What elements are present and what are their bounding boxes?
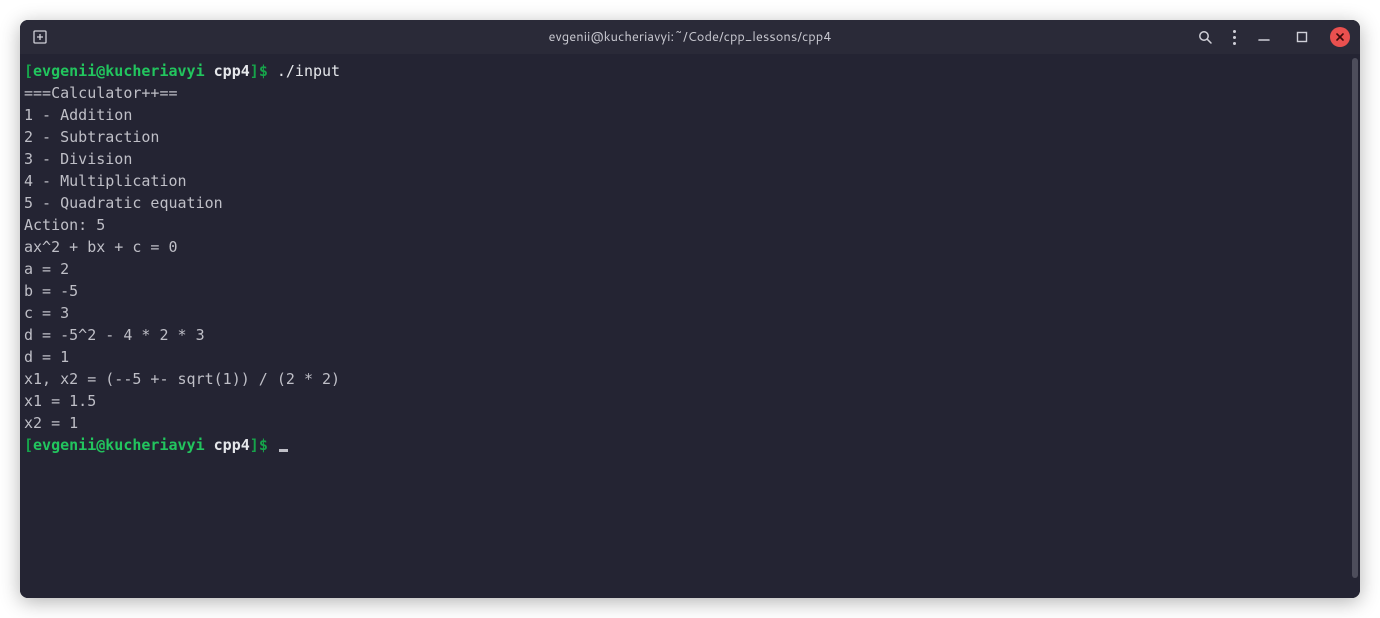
prompt-dir: cpp4 xyxy=(214,436,250,454)
cursor xyxy=(279,449,288,452)
output-line: 4 - Multiplication xyxy=(24,172,187,190)
output-line: d = -5^2 - 4 * 2 * 3 xyxy=(24,326,205,344)
output-line: a = 2 xyxy=(24,260,69,278)
minimize-button[interactable] xyxy=(1254,27,1274,47)
prompt-bracket-close: ] xyxy=(250,62,259,80)
output-line: 2 - Subtraction xyxy=(24,128,159,146)
menu-button[interactable] xyxy=(1233,30,1236,45)
prompt-space xyxy=(205,436,214,454)
output-line: 5 - Quadratic equation xyxy=(24,194,223,212)
output-line: 3 - Division xyxy=(24,150,132,168)
prompt-user: evgenii xyxy=(33,62,96,80)
terminal-area[interactable]: [evgenii@kucheriavyi cpp4]$ ./input ===C… xyxy=(20,54,1360,598)
prompt-at: @ xyxy=(96,436,105,454)
maximize-button[interactable] xyxy=(1292,27,1312,47)
command: ./input xyxy=(277,62,340,80)
prompt-host: kucheriavyi xyxy=(105,436,204,454)
output-line: d = 1 xyxy=(24,348,69,366)
titlebar: evgenii@kucheriavyi:~/Code/cpp_lessons/c… xyxy=(20,20,1360,54)
search-button[interactable] xyxy=(1195,27,1215,47)
output-line: c = 3 xyxy=(24,304,69,322)
prompt-bracket-close: ] xyxy=(250,436,259,454)
prompt-dir: cpp4 xyxy=(214,62,250,80)
output-line: 1 - Addition xyxy=(24,106,132,124)
prompt-bracket-open: [ xyxy=(24,62,33,80)
window-title: evgenii@kucheriavyi:~/Code/cpp_lessons/c… xyxy=(20,28,1360,46)
scrollbar[interactable] xyxy=(1352,58,1358,578)
output-line: ax^2 + bx + c = 0 xyxy=(24,238,178,256)
prompt-user: evgenii xyxy=(33,436,96,454)
output-line: x1, x2 = (--5 +- sqrt(1)) / (2 * 2) xyxy=(24,370,340,388)
prompt-symbol: $ xyxy=(259,436,268,454)
prompt-bracket-open: [ xyxy=(24,436,33,454)
prompt-host: kucheriavyi xyxy=(105,62,204,80)
output-line: ===Calculator++== xyxy=(24,84,178,102)
terminal-window: evgenii@kucheriavyi:~/Code/cpp_lessons/c… xyxy=(20,20,1360,598)
output-line: Action: 5 xyxy=(24,216,105,234)
prompt-space xyxy=(205,62,214,80)
prompt-symbol: $ xyxy=(259,62,268,80)
output-line: x2 = 1 xyxy=(24,414,78,432)
terminal-content: [evgenii@kucheriavyi cpp4]$ ./input ===C… xyxy=(20,54,1360,462)
new-tab-button[interactable] xyxy=(30,27,50,47)
output-line: b = -5 xyxy=(24,282,78,300)
close-button[interactable] xyxy=(1330,27,1350,47)
prompt-at: @ xyxy=(96,62,105,80)
output-line: x1 = 1.5 xyxy=(24,392,96,410)
